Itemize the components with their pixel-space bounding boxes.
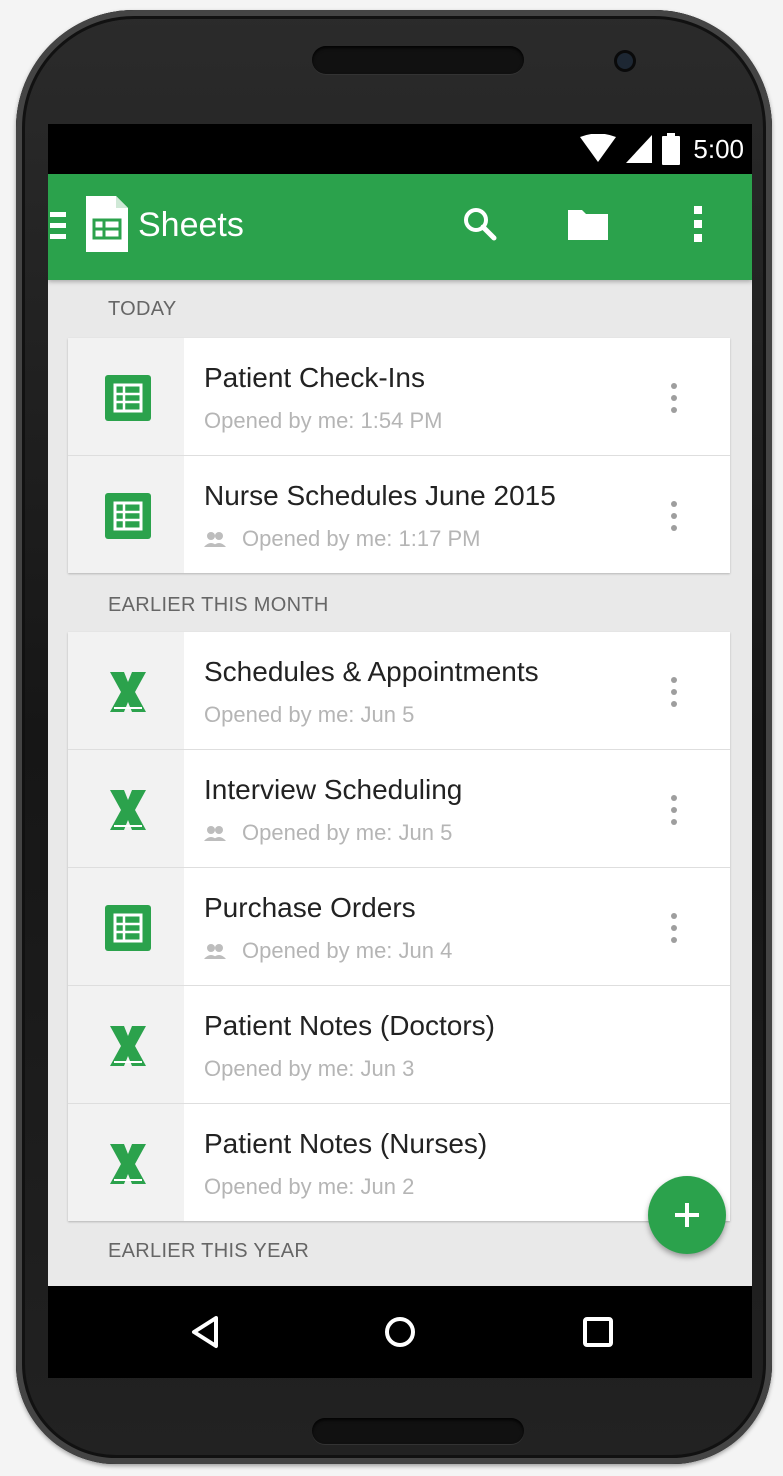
wifi-icon	[580, 134, 617, 162]
excel-file-icon	[110, 1026, 146, 1066]
file-thumbnail	[68, 750, 184, 867]
screen: 5:00 Sheets TODAY Patient Check-Ins Open…	[48, 124, 752, 1378]
excel-file-icon	[110, 672, 146, 712]
file-thumbnail	[68, 632, 184, 749]
app-bar: Sheets	[48, 174, 752, 280]
sheets-file-icon	[105, 493, 151, 539]
file-row[interactable]: Interview Scheduling Opened by me: Jun 5	[68, 750, 730, 868]
file-subtitle: Opened by me: Jun 5	[204, 702, 414, 728]
shared-people-icon	[204, 944, 226, 959]
file-thumbnail	[68, 456, 184, 573]
new-spreadsheet-button[interactable]	[648, 1176, 726, 1254]
file-opened-text: Opened by me: Jun 5	[242, 820, 453, 845]
file-thumbnail	[68, 1104, 184, 1221]
file-subtitle: Opened by me: 1:54 PM	[204, 408, 442, 434]
folder-icon[interactable]	[566, 202, 610, 246]
bottom-speaker	[312, 1418, 524, 1444]
file-card-today: Patient Check-Ins Opened by me: 1:54 PM	[68, 338, 730, 573]
file-opened-text: Opened by me: 1:54 PM	[204, 408, 443, 433]
file-opened-text: Opened by me: Jun 5	[204, 702, 415, 727]
file-subtitle: Opened by me: Jun 5	[204, 820, 452, 846]
file-title: Schedules & Appointments	[204, 656, 539, 687]
file-title: Purchase Orders	[204, 892, 416, 923]
file-opened-text: Opened by me: Jun 3	[204, 1056, 415, 1081]
file-title: Patient Notes (Doctors)	[204, 1010, 495, 1041]
file-row[interactable]: Patient Notes (Doctors) Opened by me: Ju…	[68, 986, 730, 1104]
file-subtitle: Opened by me: 1:17 PM	[204, 526, 480, 552]
nav-bar	[48, 1286, 752, 1378]
more-vert-icon[interactable]	[662, 672, 686, 712]
battery-icon	[662, 133, 681, 165]
earpiece-speaker	[312, 46, 524, 74]
sheets-file-icon	[105, 905, 151, 951]
plus-icon	[675, 1203, 699, 1227]
file-list: TODAY Patient Check-Ins Opened by me: 1:…	[48, 280, 752, 1286]
file-title: Nurse Schedules June 2015	[204, 480, 556, 511]
file-row[interactable]: Purchase Orders Opened by me: Jun 4	[68, 868, 730, 986]
status-bar: 5:00	[48, 124, 752, 174]
file-subtitle: Opened by me: Jun 2	[204, 1174, 414, 1200]
signal-icon	[626, 135, 653, 163]
file-thumbnail	[68, 338, 184, 455]
more-vert-icon[interactable]	[662, 908, 686, 948]
file-thumbnail	[68, 986, 184, 1103]
excel-file-icon	[110, 1144, 146, 1184]
search-icon[interactable]	[458, 202, 502, 246]
back-icon[interactable]	[186, 1312, 226, 1352]
file-subtitle: Opened by me: Jun 3	[204, 1056, 414, 1082]
file-row[interactable]: Schedules & Appointments Opened by me: J…	[68, 632, 730, 750]
excel-file-icon	[110, 790, 146, 830]
status-time: 5:00	[693, 133, 744, 164]
sheets-logo-icon	[86, 196, 128, 252]
file-opened-text: Opened by me: Jun 2	[204, 1174, 415, 1199]
sheets-file-icon	[105, 375, 151, 421]
front-camera	[614, 50, 636, 72]
section-header-earlier-this-month: EARLIER THIS MONTH	[108, 594, 329, 616]
file-card-earlier-this-month: Schedules & Appointments Opened by me: J…	[68, 632, 730, 1221]
file-row[interactable]: Patient Check-Ins Opened by me: 1:54 PM	[68, 338, 730, 456]
recents-icon[interactable]	[578, 1312, 618, 1352]
app-title: Sheets	[138, 206, 244, 244]
more-vert-icon[interactable]	[676, 202, 720, 246]
file-opened-text: Opened by me: 1:17 PM	[242, 526, 481, 551]
file-title: Patient Notes (Nurses)	[204, 1128, 488, 1159]
file-title: Patient Check-Ins	[204, 362, 425, 393]
menu-icon[interactable]	[50, 212, 68, 242]
file-thumbnail	[68, 868, 184, 985]
file-row[interactable]: Nurse Schedules June 2015 Opened by me: …	[68, 456, 730, 573]
file-opened-text: Opened by me: Jun 4	[242, 938, 453, 963]
section-header-today: TODAY	[108, 298, 177, 320]
file-row[interactable]: Patient Notes (Nurses) Opened by me: Jun…	[68, 1104, 730, 1221]
more-vert-icon[interactable]	[662, 378, 686, 418]
home-icon[interactable]	[380, 1312, 420, 1352]
file-title: Interview Scheduling	[204, 774, 463, 805]
file-subtitle: Opened by me: Jun 4	[204, 938, 452, 964]
more-vert-icon[interactable]	[662, 496, 686, 536]
shared-people-icon	[204, 826, 226, 841]
more-vert-icon[interactable]	[662, 790, 686, 830]
shared-people-icon	[204, 532, 226, 547]
section-header-earlier-this-year: EARLIER THIS YEAR	[108, 1240, 310, 1262]
